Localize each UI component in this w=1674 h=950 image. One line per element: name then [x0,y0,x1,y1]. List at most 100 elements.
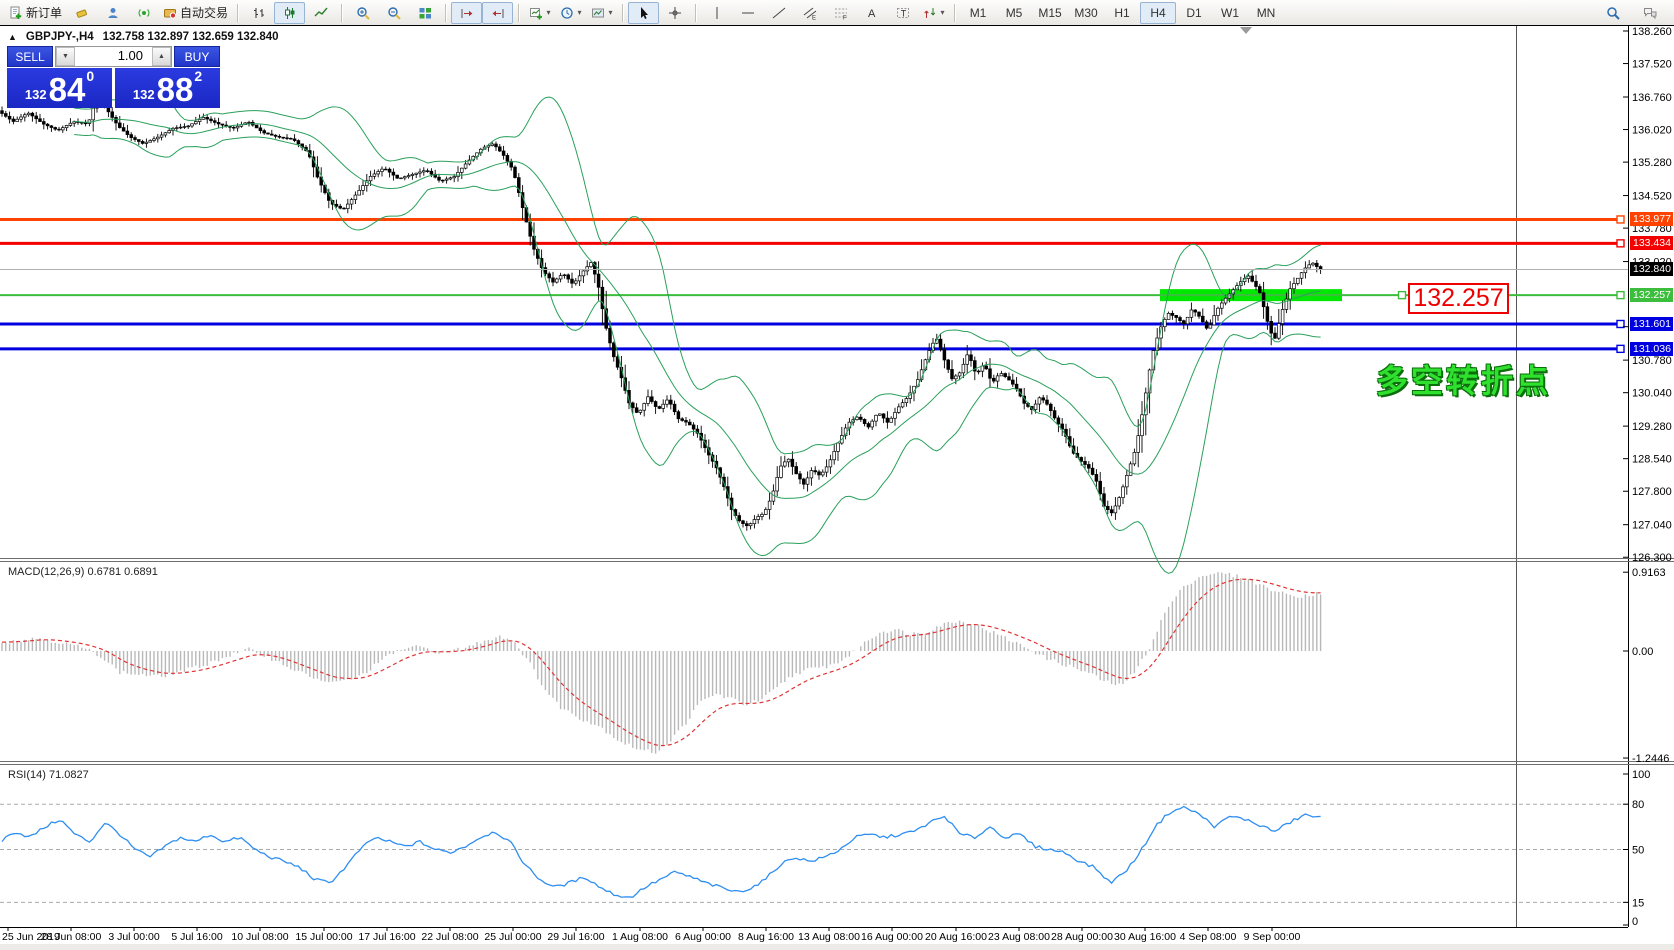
line-handle[interactable] [1617,216,1624,223]
tf-mn[interactable]: MN [1248,2,1284,24]
bars-icon [252,6,266,20]
tile-windows-button[interactable] [409,2,440,24]
line-handle[interactable] [1617,292,1624,299]
volume-stepper: ▼ 1.00 ▲ [55,46,172,67]
tf-h4[interactable]: H4 [1140,2,1176,24]
chart-shift-button[interactable] [482,2,513,24]
candlestick-button[interactable] [274,2,305,24]
price-tick-label: 137.520 [1632,59,1672,71]
sell-price-box[interactable]: 132 84 0 [7,68,112,108]
chat-button[interactable] [1634,2,1665,24]
price-tick-label: 127.040 [1632,520,1672,532]
chart-shift-marker[interactable] [1240,27,1252,34]
bollinger-band [74,119,1320,498]
text-button[interactable]: A [856,2,887,24]
rsi-tick-label: 0 [1632,916,1638,928]
new-chart-button[interactable]: ▾ [524,2,555,24]
fibonacci-button[interactable]: F [825,2,856,24]
trendline-button[interactable] [763,2,794,24]
price-tick-label: 135.280 [1632,157,1672,169]
line-icon [314,6,328,20]
buy-button[interactable]: BUY [174,46,220,67]
sell-button[interactable]: SELL [7,46,53,67]
time-tick-label: 17 Jul 16:00 [358,931,415,943]
doc-plus-icon [9,6,23,20]
toolbar-separator [341,4,342,22]
time-tick-label: 5 Jul 16:00 [171,931,223,943]
bollinger-band [74,134,1320,573]
tf-m1[interactable]: M1 [960,2,996,24]
chart-canvas: 138.260137.520136.760136.020135.280134.5… [0,0,1674,950]
volume-field[interactable]: 1.00 [75,47,152,66]
tf-w1[interactable]: W1 [1212,2,1248,24]
macd-indicator-label: MACD(12,26,9) 0.6781 0.6891 [8,566,158,578]
autotrade-button[interactable]: 自动交易 [159,2,232,24]
channel-icon: E [803,6,817,20]
zoom-in-button[interactable] [347,2,378,24]
dropdown-arrow-icon[interactable]: ▾ [578,8,582,17]
time-tick-label: 9 Sep 00:00 [1244,931,1301,943]
price-tick-label: 130.040 [1632,388,1672,400]
templates-button[interactable]: ▾ [586,2,617,24]
buy-price-box[interactable]: 132 88 2 [115,68,220,108]
time-tick-label: 15 Jul 00:00 [295,931,352,943]
cursor-button[interactable] [628,2,659,24]
bar-chart-button[interactable] [243,2,274,24]
time-tick-label: 8 Aug 16:00 [738,931,794,943]
tf-m30[interactable]: M30 [1068,2,1104,24]
tf-m5-label: M5 [1006,6,1023,20]
profile-button[interactable] [97,2,128,24]
tf-h1[interactable]: H1 [1104,2,1140,24]
line-chart-button[interactable] [305,2,336,24]
volume-increase-button[interactable]: ▲ [152,47,171,66]
periods-button[interactable]: ▾ [555,2,586,24]
text-label-button[interactable]: T [887,2,918,24]
signal-button[interactable] [128,2,159,24]
auto-scroll-button[interactable] [451,2,482,24]
equidistant-channel-button[interactable]: E [794,2,825,24]
dropdown-arrow-icon[interactable]: ▾ [547,8,551,17]
hline-icon [741,6,755,20]
styler-button[interactable] [66,2,97,24]
line-handle[interactable] [1617,320,1624,327]
rsi-tick-label: 80 [1632,799,1644,811]
shift-icon [491,6,505,20]
toolbar-separator [237,4,238,22]
macd-tick-label: -1.2446 [1632,753,1669,765]
chart-title: ▲ GBPJPY-,H4 132.758 132.897 132.659 132… [8,31,279,43]
price-callout-box[interactable]: 132.257 [1408,283,1509,314]
buy-price-big: 88 [157,74,194,106]
text-label-icon: T [896,6,910,20]
tiles-icon [418,6,432,20]
time-tick-label: 3 Jul 00:00 [108,931,160,943]
arrows-icon [923,6,937,20]
zoom-out-icon [387,6,401,20]
horizontal-line-button[interactable] [732,2,763,24]
price-tick-label: 131.540 [1632,322,1672,334]
time-tick-label: 20 Aug 16:00 [925,931,987,943]
new-order-button[interactable]: 新订单 [5,2,66,24]
text-a-icon: A [865,6,879,20]
time-tick-label: 6 Aug 00:00 [675,931,731,943]
line-handle[interactable] [1617,345,1624,352]
search-icon [1606,6,1620,20]
macd-tick-label: 0.00 [1632,646,1653,658]
line-handle[interactable] [1399,292,1406,299]
crosshair-button[interactable] [659,2,690,24]
dropdown-arrow-icon[interactable]: ▾ [941,8,945,17]
search-button[interactable] [1597,2,1628,24]
tf-m15[interactable]: M15 [1032,2,1068,24]
tf-m5[interactable]: M5 [996,2,1032,24]
volume-decrease-button[interactable]: ▼ [56,47,75,66]
dropdown-arrow-icon[interactable]: ▾ [609,8,613,17]
time-tick-label: 22 Jul 08:00 [421,931,478,943]
tf-d1[interactable]: D1 [1176,2,1212,24]
line-handle[interactable] [1617,240,1624,247]
tf-m30-label: M30 [1074,6,1097,20]
zoom-out-button[interactable] [378,2,409,24]
arrows-button[interactable]: ▾ [918,2,949,24]
vertical-line-button[interactable] [701,2,732,24]
turning-point-annotation[interactable]: 多空转折点 [1376,356,1551,402]
vline-icon [710,6,724,20]
collapse-panel-icon[interactable]: ▲ [8,32,17,42]
